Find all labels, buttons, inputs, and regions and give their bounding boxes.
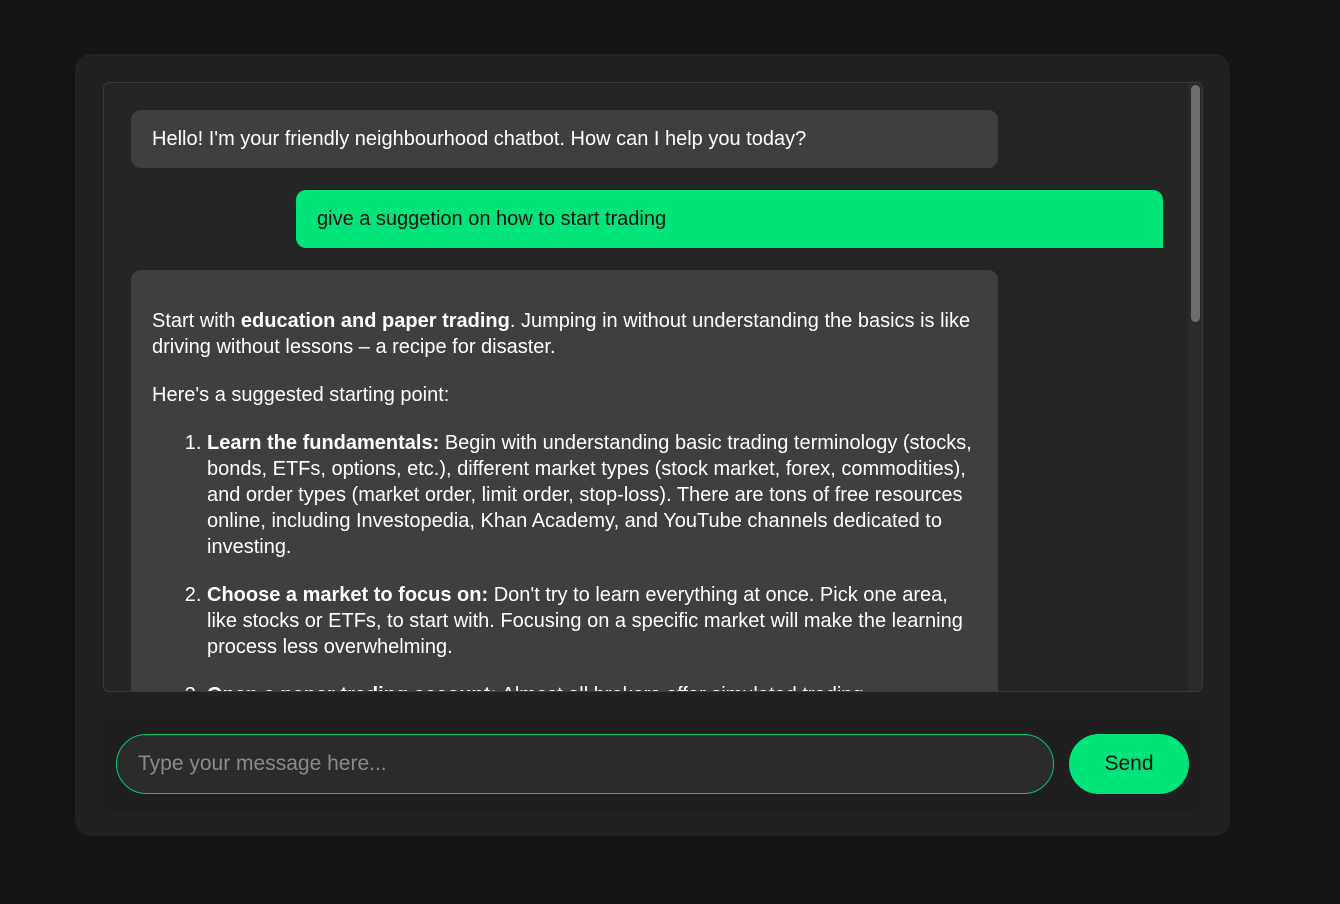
input-bar: Send [103,714,1201,812]
user-message-text: give a suggetion on how to start trading [317,208,667,230]
answer-step: Learn the fundamentals: Begin with under… [207,430,977,560]
step-title: Open a paper trading account: [207,684,497,691]
step-title: Choose a market to focus on: [207,584,489,606]
message-input[interactable] [116,734,1054,794]
answer-lead: Here's a suggested starting point: [152,384,450,406]
chat-scrollbar[interactable] [1188,83,1202,691]
answer-intro-bold: education and paper trading [240,310,510,332]
answer-step: Choose a market to focus on: Don't try t… [207,582,977,660]
send-button[interactable]: Send [1069,734,1189,794]
step-text: Almost all brokers offer simulated tradi… [497,684,864,691]
chat-app: Hello! I'm your friendly neighbourhood c… [75,54,1230,836]
answer-step: Open a paper trading account: Almost all… [207,682,977,691]
user-message: give a suggetion on how to start trading [296,190,1163,248]
answer-steps-list: Learn the fundamentals: Begin with under… [152,430,977,691]
answer-intro-prefix: Start with [152,310,241,332]
answer-intro: Start with education and paper trading. … [152,308,977,360]
step-title: Learn the fundamentals: [207,432,440,454]
chat-window[interactable]: Hello! I'm your friendly neighbourhood c… [103,82,1203,692]
bot-message-answer: Start with education and paper trading. … [131,270,998,691]
greeting-text: Hello! I'm your friendly neighbourhood c… [152,128,807,150]
chat-scrollbar-thumb[interactable] [1191,85,1200,322]
bot-message-greeting: Hello! I'm your friendly neighbourhood c… [131,110,998,168]
